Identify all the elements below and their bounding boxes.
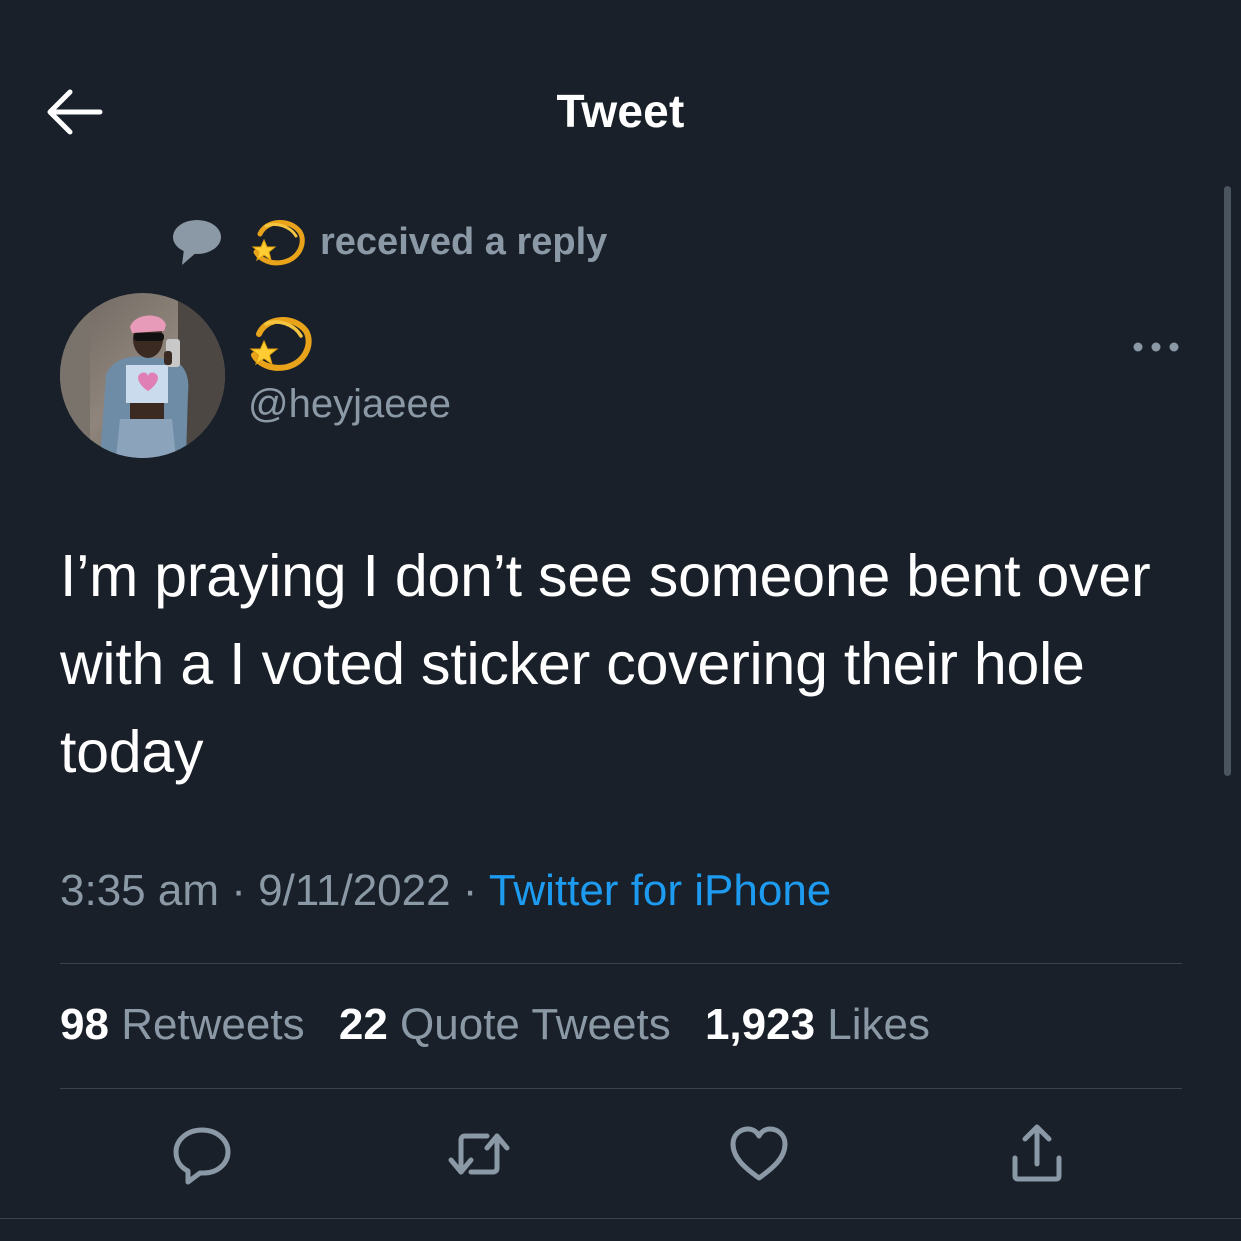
speech-bubble-icon (173, 220, 221, 265)
dizzy-emoji (251, 220, 305, 266)
tweet-source-link[interactable]: Twitter for iPhone (489, 866, 831, 915)
tweet-time: 3:35 am (60, 866, 219, 915)
quote-tweets-stat[interactable]: 22 Quote Tweets (339, 1000, 671, 1049)
avatar[interactable] (60, 293, 225, 458)
retweets-label: Retweets (121, 1000, 305, 1049)
social-context: received a reply (170, 210, 607, 274)
reply-icon (173, 1127, 231, 1185)
meta-separator: · (450, 866, 489, 915)
tweet-stats: 98 Retweets 22 Quote Tweets 1,923 Likes (60, 1000, 952, 1050)
scrollbar[interactable] (1224, 186, 1231, 776)
display-name-emoji (249, 317, 312, 371)
tweet-text: I’m praying I don’t see someone bent ove… (60, 543, 1151, 785)
likes-label: Likes (827, 1000, 931, 1049)
tweet-date: 9/11/2022 (258, 866, 451, 915)
retweet-button[interactable] (447, 1122, 511, 1186)
likes-count: 1,923 (704, 1000, 816, 1049)
quote-tweets-label: Quote Tweets (400, 1000, 671, 1049)
profile-photo (60, 293, 225, 458)
heart-icon (730, 1126, 788, 1181)
retweets-count: 98 (60, 1000, 109, 1049)
quote-tweets-count: 22 (338, 1000, 388, 1049)
retweet-icon (448, 1133, 510, 1175)
reply-button[interactable] (170, 1122, 234, 1186)
meta-separator: · (218, 866, 259, 915)
likes-stat[interactable]: 1,923 Likes (705, 1000, 930, 1049)
bottom-divider (0, 1218, 1241, 1219)
divider (60, 963, 1182, 964)
share-button[interactable] (1005, 1122, 1069, 1186)
more-button[interactable] (1128, 330, 1184, 364)
author-handle[interactable]: @heyjaeee (248, 382, 451, 427)
context-label: received a reply (320, 220, 608, 263)
share-icon (1012, 1124, 1062, 1182)
divider (60, 1088, 1182, 1089)
retweets-stat[interactable]: 98 Retweets (60, 1000, 305, 1049)
more-horizontal-icon (1133, 342, 1179, 352)
top-bar: Tweet (0, 0, 1241, 200)
like-button[interactable] (727, 1122, 791, 1186)
page-title: Tweet (556, 85, 685, 137)
tweet-meta: 3:35 am · 9/11/2022 · Twitter for iPhone (60, 866, 831, 916)
